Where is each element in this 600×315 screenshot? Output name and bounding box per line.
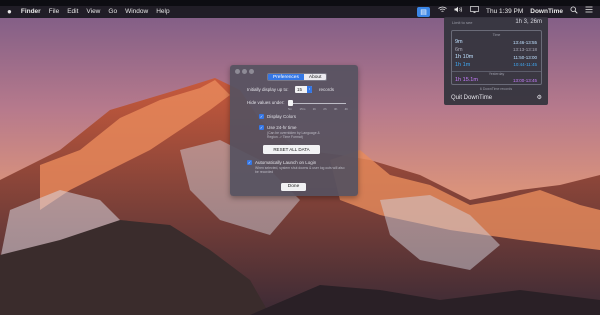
search-icon[interactable] bbox=[570, 6, 578, 19]
downtime-record-row: 6m 13:13-13:18 bbox=[455, 47, 537, 53]
record-duration: 9m bbox=[455, 39, 463, 45]
slider-knob[interactable] bbox=[288, 100, 293, 106]
section-today-label: Time bbox=[492, 33, 501, 37]
done-button[interactable]: Done bbox=[281, 183, 306, 191]
total-time: 1h 3, 26m bbox=[515, 19, 542, 25]
tab-preferences[interactable]: Preferences bbox=[268, 74, 304, 80]
records-stepper[interactable]: 15 ↕ bbox=[295, 86, 312, 93]
downtime-record-row: 1h 10m 11:50-13:00 bbox=[455, 54, 537, 60]
downtime-record-row: 1h 1m 10:44-11:45 bbox=[455, 62, 537, 68]
zoom-window-button[interactable] bbox=[249, 69, 254, 74]
slider-tick: 3h bbox=[333, 107, 338, 111]
downtime-menu: Limit to see 1h 3, 26m Time 9m 13:46-13:5… bbox=[444, 17, 548, 105]
preferences-window: Preferences About Initially display up t… bbox=[230, 65, 358, 196]
limit-label: Limit to see bbox=[452, 19, 473, 25]
slider-tick: 2h bbox=[323, 107, 327, 111]
menu-view[interactable]: View bbox=[86, 6, 100, 18]
more-records-label: 6 DownTime records bbox=[479, 87, 513, 91]
display-colors-checkbox[interactable]: ✓ bbox=[259, 114, 264, 119]
slider-ticks: 5m 15m 1h 2h 3h 4h bbox=[288, 107, 348, 111]
record-time-range: 11:50-13:00 bbox=[513, 54, 537, 60]
preferences-tabs: Preferences About bbox=[267, 73, 328, 81]
downtime-icon[interactable]: ▤ bbox=[417, 7, 431, 17]
record-time-range: 13:13-13:18 bbox=[512, 47, 537, 52]
menu-window[interactable]: Window bbox=[125, 6, 148, 18]
downtime-record-row: 1h 15.1m 13:00-13:45 bbox=[455, 77, 537, 83]
section-yesterday-label: Yesterday bbox=[488, 72, 505, 76]
hide-values-slider[interactable] bbox=[288, 103, 346, 104]
slider-tick: 5m bbox=[288, 107, 293, 111]
record-time-range: 10:44-11:45 bbox=[513, 62, 537, 67]
downtime-menu-header: Limit to see 1h 3, 26m bbox=[452, 19, 542, 25]
menu-edit[interactable]: Edit bbox=[67, 6, 78, 18]
menu-file[interactable]: File bbox=[49, 6, 59, 18]
menu-help[interactable]: Help bbox=[156, 6, 169, 18]
auto-launch-label: Automatically Launch on Login bbox=[255, 160, 317, 165]
records-suffix: records bbox=[319, 87, 335, 92]
minimize-window-button[interactable] bbox=[242, 69, 247, 74]
records-value: 15 bbox=[297, 87, 303, 92]
list-icon[interactable] bbox=[585, 6, 593, 18]
apple-icon[interactable]: ● bbox=[7, 6, 12, 18]
record-duration: 1h 10m bbox=[455, 54, 474, 60]
slider-tick: 4h bbox=[344, 107, 348, 111]
record-duration: 6m bbox=[455, 46, 463, 53]
desktop-screen: ● Finder File Edit View Go Window Help ▤… bbox=[0, 0, 600, 315]
record-duration: 1h 15.1m bbox=[455, 77, 478, 83]
slider-tick: 15m bbox=[299, 107, 306, 111]
records-box: Time 9m 13:46-13:55 6m 13:13-13:18 1h 10m 11:… bbox=[451, 30, 542, 85]
quit-menu-item[interactable]: Quit DownTime bbox=[451, 95, 492, 101]
hide-values-label: Hide values under: bbox=[247, 100, 285, 105]
record-time-range: 13:46-13:55 bbox=[512, 39, 537, 45]
slider-tick: 1h bbox=[312, 107, 316, 111]
reset-all-data-button[interactable]: RESET ALL DATA bbox=[263, 145, 320, 154]
downtime-record-row: 9m 13:46-13:55 bbox=[455, 39, 537, 45]
use-24hr-checkbox[interactable]: ✓ bbox=[259, 125, 264, 130]
record-duration: 1h 1m bbox=[455, 61, 471, 68]
downtime-menu-footer: Quit DownTime ⚙ bbox=[451, 94, 542, 102]
use-24hr-note: (Can be overridden by Language & Region … bbox=[267, 131, 320, 139]
record-time-range: 13:00-13:45 bbox=[512, 77, 537, 83]
gear-icon[interactable]: ⚙ bbox=[537, 94, 542, 101]
stepper-arrows-icon[interactable]: ↕ bbox=[307, 86, 312, 93]
use-24hr-label: Use 24-hr time bbox=[267, 125, 297, 130]
auto-launch-checkbox[interactable]: ✓ bbox=[247, 160, 252, 165]
display-colors-label: Display Colors bbox=[267, 114, 297, 119]
auto-launch-note: When selected, system shut downs & user … bbox=[255, 166, 345, 174]
menu-app-name[interactable]: Finder bbox=[21, 6, 41, 18]
menu-go[interactable]: Go bbox=[108, 6, 117, 18]
display-up-to-label: Initially display up to: bbox=[247, 87, 289, 92]
close-window-button[interactable] bbox=[235, 69, 240, 74]
tab-about[interactable]: About bbox=[303, 74, 327, 80]
